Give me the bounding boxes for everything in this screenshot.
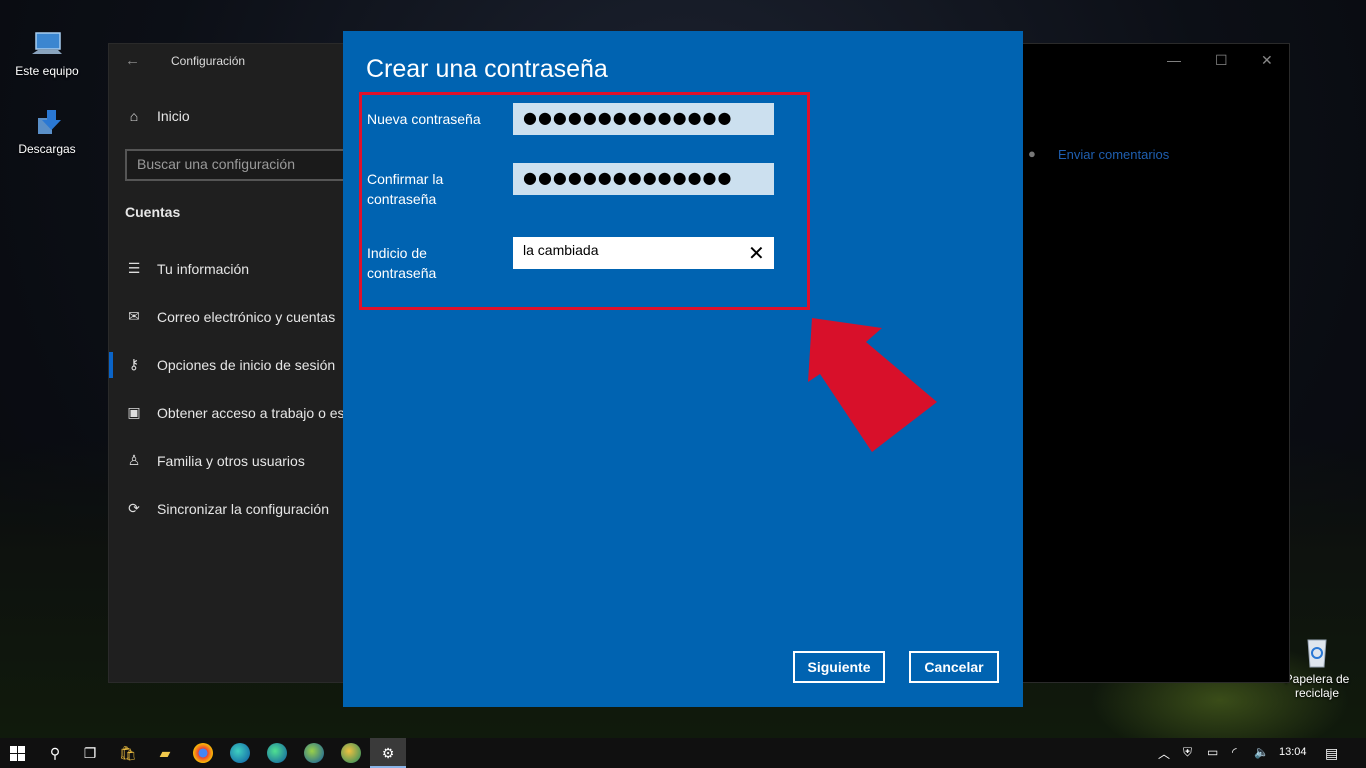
back-arrow-icon[interactable]: ← [125, 52, 140, 69]
confirm-password-field[interactable]: ●●●●●●●●●●●●●● [513, 163, 774, 195]
recycle-bin-icon [1307, 639, 1327, 668]
settings-taskbar-button[interactable]: ⚙ [370, 738, 406, 768]
nav-home-label: Inicio [157, 108, 190, 124]
maximize-icon[interactable]: ☐ [1215, 52, 1228, 69]
desktop-icon-label: Este equipo [15, 64, 79, 78]
close-icon[interactable]: ✕ [1261, 52, 1273, 69]
store-icon[interactable]: 🛍 [118, 743, 138, 763]
nav-home[interactable]: ⌂ Inicio [125, 108, 190, 124]
home-icon: ⌂ [129, 108, 139, 124]
gear-icon: ⚙ [381, 745, 395, 761]
edge-icon[interactable] [230, 743, 250, 763]
edge-beta-icon[interactable] [267, 743, 287, 763]
chrome-icon[interactable] [193, 743, 213, 763]
sidebar-item-label: Familia y otros usuarios [157, 452, 305, 469]
sidebar-item-label: Tu información [157, 260, 250, 277]
desktop-icon-label: Papelera de reciclaje [1284, 672, 1350, 700]
clock[interactable]: 13:04 [1279, 746, 1307, 758]
wifi-icon[interactable]: ◜ [1232, 745, 1237, 759]
feedback-icon: ● [1028, 146, 1036, 161]
new-password-field[interactable]: ●●●●●●●●●●●●●● [513, 103, 774, 135]
minimize-icon[interactable]: — [1167, 52, 1181, 68]
task-view-icon[interactable]: ❐ [80, 743, 100, 763]
edge-canary-icon[interactable] [341, 743, 361, 763]
new-password-label: Nueva contraseña [367, 111, 481, 127]
desktop-icon-downloads[interactable]: Descargas [7, 108, 87, 156]
briefcase-icon: ▣ [127, 404, 141, 420]
password-hint-label: Indicio de contraseña [367, 245, 437, 281]
sidebar-item-family[interactable]: ♙ Familia y otros usuarios [125, 452, 305, 469]
key-icon: ⚷ [128, 356, 140, 372]
mail-icon: ✉ [128, 308, 140, 324]
windows-start-icon[interactable] [10, 746, 26, 762]
sidebar-item-label: Correo electrónico y cuentas [157, 308, 336, 325]
search-icon[interactable]: ⚲ [45, 743, 65, 763]
desktop-icon-label: Descargas [18, 142, 76, 156]
password-hint-field[interactable]: la cambiada [513, 237, 774, 269]
sidebar-item-sign-in-options[interactable]: ⚷ Opciones de inicio de sesión [125, 356, 335, 373]
desktop-icon-this-pc[interactable]: Este equipo [7, 30, 87, 78]
battery-icon[interactable]: ▭ [1207, 745, 1218, 759]
computer-icon [32, 32, 62, 54]
settings-search-input[interactable]: Buscar una configuración [125, 149, 355, 181]
file-explorer-icon[interactable]: ▰ [155, 743, 175, 763]
edge-dev-icon[interactable] [304, 743, 324, 763]
sidebar-item-sync[interactable]: ⟳ Sincronizar la configuración [125, 500, 329, 517]
confirm-password-label: Confirmar la contraseña [367, 171, 444, 207]
chevron-up-icon[interactable]: ︿ [1158, 745, 1170, 762]
sync-icon: ⟳ [128, 500, 140, 516]
sidebar-item-email-accounts[interactable]: ✉ Correo electrónico y cuentas [125, 308, 335, 325]
annotation-arrow-icon [808, 318, 937, 452]
search-placeholder: Buscar una configuración [137, 156, 295, 172]
cancel-button[interactable]: Cancelar [909, 651, 999, 683]
volume-icon[interactable]: 🔈 [1254, 745, 1269, 759]
person-card-icon: ☰ [127, 260, 141, 276]
settings-sidebar: ← Configuración ⌂ Inicio Buscar una conf… [109, 44, 378, 682]
download-folder-icon [38, 110, 61, 134]
notifications-icon[interactable]: ▤ [1325, 745, 1338, 762]
sidebar-item-your-info[interactable]: ☰ Tu información [125, 260, 249, 277]
clear-text-icon[interactable]: ✕ [748, 241, 765, 266]
taskbar: ⚲ ❐ 🛍 ▰ ⚙ ︿ ⛨ ▭ ◜ 🔈 13:04 ▤ [0, 738, 1366, 768]
active-nav-indicator [109, 352, 113, 378]
dialog-title: Crear una contraseña [366, 55, 608, 83]
window-title: Configuración [171, 54, 246, 68]
feedback-link[interactable]: Enviar comentarios [1058, 147, 1169, 162]
sidebar-item-label: Opciones de inicio de sesión [157, 356, 336, 373]
security-shield-icon[interactable]: ⛨ [1183, 745, 1192, 760]
person-add-icon: ♙ [127, 452, 141, 468]
sidebar-item-work-school[interactable]: ▣ Obtener acceso a trabajo o escuela [125, 404, 378, 421]
sidebar-item-label: Sincronizar la configuración [157, 500, 329, 517]
section-heading: Cuentas [125, 204, 181, 220]
next-button[interactable]: Siguiente [793, 651, 885, 683]
